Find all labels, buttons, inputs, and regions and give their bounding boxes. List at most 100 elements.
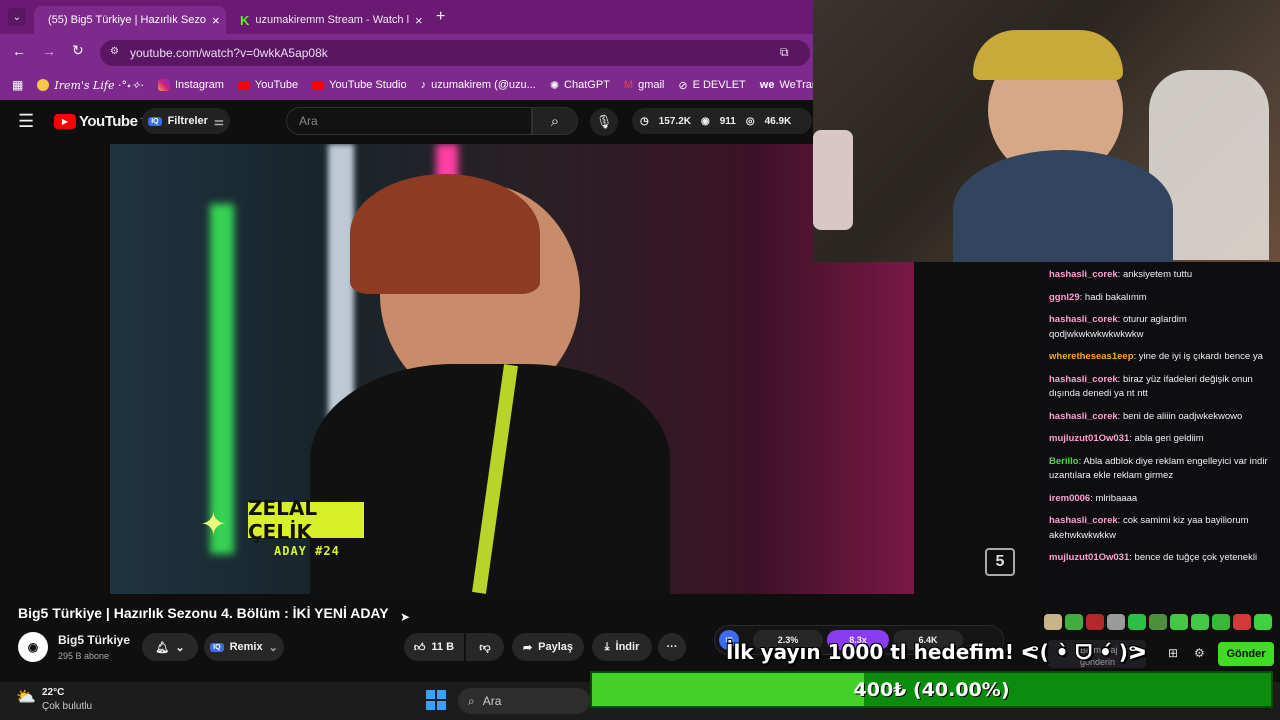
emote-icon[interactable] — [1191, 614, 1209, 630]
bookmark-youtube[interactable]: YouTube — [237, 79, 298, 91]
iq-icon: IQ — [210, 642, 224, 652]
search-input[interactable]: Ara — [286, 107, 532, 135]
chatgpt-icon: ✺ — [549, 79, 560, 92]
big5-watermark-icon: 5 — [985, 548, 1015, 576]
gmail-icon: M — [623, 79, 634, 91]
taskbar-search[interactable]: ⌕ Ara — [458, 688, 590, 714]
chat-username[interactable]: Berillo — [1049, 456, 1079, 467]
chat-message: mujluzut01Ow031: bence de tuğçe çok yete… — [1049, 552, 1258, 563]
chat-username[interactable]: hashasli_corek — [1049, 515, 1118, 526]
emote-icon[interactable] — [1107, 614, 1125, 630]
cast-icon[interactable]: ⧉ — [780, 45, 789, 60]
gift-icon[interactable]: ⊞ — [1168, 646, 1178, 660]
close-icon[interactable]: × — [415, 13, 423, 28]
bookmark-wetransfer[interactable]: weWeTransfe — [760, 79, 813, 91]
back-icon[interactable]: ← — [12, 43, 26, 59]
url-bar[interactable]: ⚙ youtube.com/watch?v=0wkkA5ap08k ⧉ — [100, 40, 810, 66]
share-button[interactable]: ➦ Paylaş — [512, 633, 584, 661]
filters-button[interactable]: IQ Filtreler ⚌ — [142, 108, 230, 134]
bookmark-instagram[interactable]: Instagram — [157, 79, 224, 91]
close-icon[interactable]: × — [212, 13, 220, 28]
youtube-logo[interactable]: ▶ YouTube TR — [54, 113, 150, 130]
emote-icon[interactable] — [1212, 614, 1230, 630]
download-button[interactable]: ⤓ İndir — [592, 633, 652, 661]
share-icon: ➦ — [522, 641, 533, 654]
neon-light — [210, 204, 234, 554]
bookmark-gmail[interactable]: Mgmail — [624, 79, 664, 91]
chat-username[interactable]: ggnl29 — [1049, 292, 1080, 303]
bookmark-edevlet[interactable]: ⊘ E DEVLET — [678, 79, 745, 92]
emote-icon[interactable] — [1086, 614, 1104, 630]
chat-username[interactable]: hashasli_corek — [1049, 374, 1118, 385]
weather-icon: ⛅ — [16, 689, 36, 706]
goal-progress-label: 400₺ (40.00%) — [853, 678, 1010, 701]
chat-username[interactable]: hashasli_corek — [1049, 314, 1118, 325]
chat-username[interactable]: hashasli_corek — [1049, 269, 1118, 280]
contestant-name-tag: ZELAL ÇELİK — [248, 496, 364, 544]
notifications-button[interactable]: 🔔︎ ⌄ — [142, 633, 198, 661]
webcam-overlay — [813, 0, 1280, 262]
chevron-down-icon: ⌄ — [268, 641, 278, 654]
goal-progress-bar: 400₺ (40.00%) — [590, 671, 1273, 708]
chat-username[interactable]: mujluzut01Ow031 — [1049, 433, 1129, 444]
more-actions-button[interactable]: ··· — [658, 633, 686, 661]
chat-text: hadi bakalımm — [1084, 291, 1147, 303]
chat-text: abla geri geldiim — [1134, 433, 1204, 444]
kick-favicon-icon: K — [240, 12, 250, 28]
tab-title: uzumakiremm Stream - Watch l — [255, 14, 410, 26]
menu-icon[interactable]: ☰ — [18, 111, 34, 132]
voice-search-icon[interactable]: 🎙 — [590, 108, 618, 136]
search-icon: ⌕ — [550, 112, 560, 130]
emote-icon[interactable] — [1233, 614, 1251, 630]
chat-text: mlribaaaa — [1095, 492, 1138, 504]
streamer-cap — [973, 30, 1123, 80]
windows-start-icon[interactable] — [426, 690, 446, 710]
chat-message: irem0006: mlribaaaa — [1049, 492, 1138, 504]
tab-list-icon[interactable]: ⌄ — [8, 8, 26, 26]
bookmark-tiktok[interactable]: ♪ uzumakirem (@uzu... — [421, 79, 536, 91]
apps-icon[interactable]: ▦ — [12, 78, 23, 92]
forward-icon[interactable]: → — [42, 43, 56, 59]
emote-icon[interactable] — [1254, 614, 1272, 630]
chat-message: hashasli_corek: cok samimi kiz yaa bayil… — [1049, 515, 1249, 541]
chat-username[interactable]: wheretheseas1eep — [1049, 351, 1134, 362]
chat-username[interactable]: mujluzut01Ow031 — [1049, 552, 1129, 563]
tab-kick[interactable]: K uzumakiremm Stream - Watch l × — [232, 6, 428, 34]
download-icon: ⤓ — [604, 640, 610, 653]
weather-desc: Çok bulutlu — [42, 701, 93, 712]
bookmark-irems-life[interactable]: Irem's Life ·°˖✧· — [37, 79, 144, 92]
chat-message: Berillo: Abla adblok diye reklam engelle… — [1049, 455, 1268, 482]
settings-icon[interactable]: ⚙ — [1194, 646, 1205, 660]
emote-icon[interactable] — [1044, 614, 1062, 630]
emote-icon[interactable] — [1170, 614, 1188, 630]
bookmark-chatgpt[interactable]: ✺ ChatGPT — [550, 79, 610, 92]
thumbs-down-icon: 👎︎ — [479, 641, 491, 654]
contestant-number-tag: ADAY #24 — [274, 544, 340, 558]
chat-username[interactable]: hashasli_corek — [1049, 411, 1118, 422]
dislike-button[interactable]: 👎︎ — [466, 633, 504, 661]
tab-youtube[interactable]: (55) Big5 Türkiye | Hazırlık Sezo × — [34, 6, 226, 34]
channel-stats-widget: ◷ 157.2K ◉ 911 ◎ 46.9K — [632, 108, 812, 134]
bookmark-youtube-studio[interactable]: YouTube Studio — [312, 79, 407, 91]
chat-message: hashasli_corek: oturur aglardim qodjwkwk… — [1049, 314, 1187, 340]
remix-button[interactable]: IQ Remix ⌄ — [204, 633, 284, 661]
water-bottle — [813, 130, 853, 230]
site-info-icon[interactable]: ⚙ — [110, 46, 119, 57]
streamer-shirt — [953, 150, 1173, 262]
emote-icon[interactable] — [1149, 614, 1167, 630]
emote-icon[interactable] — [1065, 614, 1083, 630]
video-player[interactable] — [110, 144, 914, 594]
new-tab-button[interactable]: + — [436, 8, 445, 26]
emote-icon[interactable] — [1128, 614, 1146, 630]
browser-tab-bar: ⌄ (55) Big5 Türkiye | Hazırlık Sezo × K … — [0, 0, 813, 34]
channel-name[interactable]: Big5 Türkiye — [58, 633, 130, 647]
video-title: Big5 Türkiye | Hazırlık Sezonu 4. Bölüm … — [18, 605, 389, 621]
send-button[interactable]: Gönder — [1218, 642, 1274, 666]
chat-message: ggnl29: hadi bakalımm — [1049, 291, 1147, 303]
channel-avatar[interactable]: ◉ — [18, 632, 48, 662]
search-button[interactable]: ⌕ — [532, 107, 578, 135]
like-button[interactable]: 👍︎ 11 B — [404, 633, 464, 661]
watching-icon: ◎ — [745, 115, 755, 127]
reload-icon[interactable]: ↻ — [72, 42, 84, 59]
chat-username[interactable]: irem0006 — [1049, 493, 1090, 504]
